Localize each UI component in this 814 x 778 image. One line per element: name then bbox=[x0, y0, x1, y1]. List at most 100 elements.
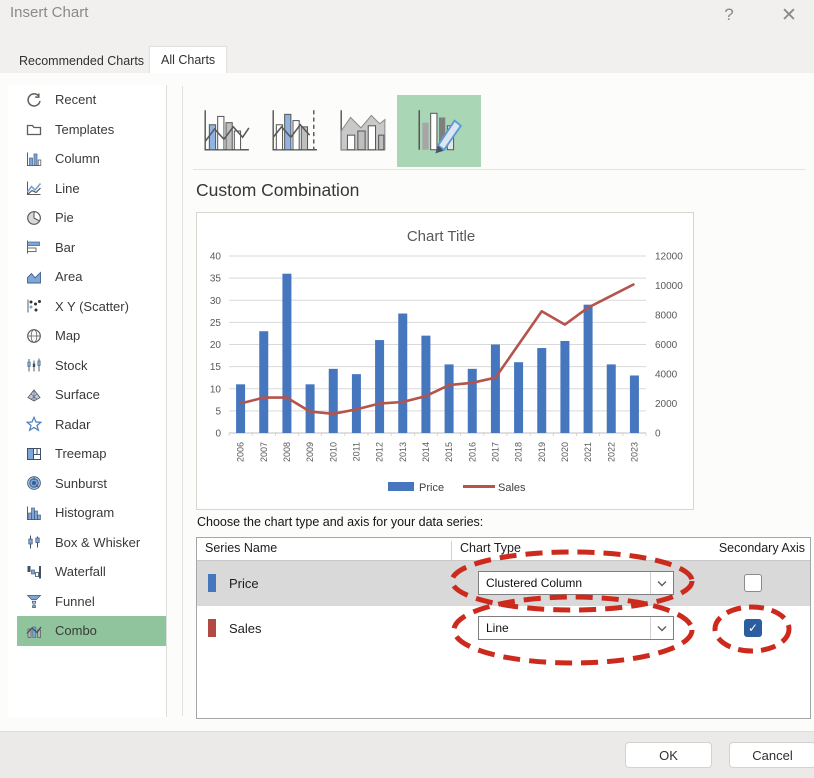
sidebar-item-radar[interactable]: Radar bbox=[17, 410, 166, 440]
sidebar-item-sunburst[interactable]: Sunburst bbox=[17, 469, 166, 499]
sidebar-item-waterfall[interactable]: Waterfall bbox=[17, 557, 166, 587]
svg-text:2013: 2013 bbox=[398, 442, 408, 462]
chart-type-sidebar: Recent TemplatesColumnLine Pie BarAreaX Y (… bbox=[8, 85, 167, 717]
series-table-header: Series Name Chart Type Secondary Axis bbox=[197, 538, 810, 561]
histogram-icon bbox=[25, 504, 42, 521]
price-bar bbox=[514, 362, 523, 433]
column-header-secondary-axis: Secondary Axis bbox=[719, 541, 805, 555]
surface-icon bbox=[25, 386, 42, 403]
price-bar bbox=[537, 348, 546, 433]
price-bar bbox=[560, 341, 569, 433]
window-title: Insert Chart bbox=[10, 4, 88, 21]
svg-text:0: 0 bbox=[215, 429, 221, 440]
area-icon bbox=[25, 268, 42, 285]
svg-text:8000: 8000 bbox=[655, 311, 678, 322]
price-bar bbox=[329, 369, 338, 433]
dialog-footer: OK Cancel bbox=[0, 731, 814, 778]
sidebar-item-box-whisker[interactable]: Box & Whisker bbox=[17, 528, 166, 558]
waterfall-icon bbox=[25, 563, 42, 580]
svg-text:2012: 2012 bbox=[375, 442, 385, 462]
tab-bar: Recommended Charts All Charts bbox=[0, 46, 814, 73]
sidebar-item-recent[interactable]: Recent bbox=[17, 85, 166, 115]
svg-text:2017: 2017 bbox=[490, 442, 500, 462]
sunburst-icon bbox=[25, 475, 42, 492]
combo-subtype-clustered-column-line-secondary-axis-icon[interactable] bbox=[261, 95, 327, 167]
legend-sales-label: Sales bbox=[498, 482, 526, 494]
secondary-axis-checkbox-sales[interactable]: ✓ bbox=[744, 619, 762, 637]
chart-title: Chart Title bbox=[407, 228, 475, 245]
sidebar-item-stock[interactable]: Stock bbox=[17, 351, 166, 381]
chevron-down-icon[interactable] bbox=[650, 617, 673, 639]
secondary-axis-checkbox-price[interactable] bbox=[744, 574, 762, 592]
sidebar-item-label: Waterfall bbox=[55, 564, 106, 579]
sidebar-item-surface[interactable]: Surface bbox=[17, 380, 166, 410]
svg-text:15: 15 bbox=[210, 362, 222, 373]
sidebar-item-area[interactable]: Area bbox=[17, 262, 166, 292]
svg-text:12000: 12000 bbox=[655, 252, 683, 263]
column-icon bbox=[25, 150, 42, 167]
tab-recommended-charts[interactable]: Recommended Charts bbox=[8, 49, 155, 73]
stock-icon bbox=[25, 357, 42, 374]
legend-price-swatch bbox=[388, 482, 414, 491]
series-color-swatch bbox=[208, 574, 216, 592]
box-whisker-icon bbox=[25, 534, 42, 551]
svg-text:10: 10 bbox=[210, 384, 222, 395]
chart-type-dropdown-price[interactable]: Clustered Column bbox=[478, 571, 674, 595]
price-bar bbox=[398, 314, 407, 433]
svg-text:2018: 2018 bbox=[514, 442, 524, 462]
sidebar-item-x-y-scatter[interactable]: X Y (Scatter) bbox=[17, 292, 166, 322]
sidebar-item-label: Stock bbox=[55, 358, 88, 373]
sidebar-item-templates[interactable]: Templates bbox=[17, 115, 166, 145]
sidebar-item-bar[interactable]: Bar bbox=[17, 233, 166, 263]
sidebar-item-combo[interactable]: Combo bbox=[17, 616, 166, 646]
combo-subtype-clustered-column-line-icon[interactable] bbox=[193, 95, 259, 167]
title-bar: Insert Chart ? ✕ bbox=[0, 0, 814, 46]
svg-text:2016: 2016 bbox=[467, 442, 477, 462]
legend-price-label: Price bbox=[419, 482, 444, 494]
svg-text:20: 20 bbox=[210, 340, 222, 351]
chevron-down-icon[interactable] bbox=[650, 572, 673, 594]
svg-text:2006: 2006 bbox=[236, 442, 246, 462]
cancel-button[interactable]: Cancel bbox=[729, 742, 814, 768]
series-picker-instruction: Choose the chart type and axis for your … bbox=[197, 515, 483, 529]
price-bar bbox=[445, 364, 454, 433]
tab-all-charts[interactable]: All Charts bbox=[149, 46, 227, 73]
sidebar-item-column[interactable]: Column bbox=[17, 144, 166, 174]
help-icon[interactable]: ? bbox=[714, 1, 744, 29]
sidebar-item-treemap[interactable]: Treemap bbox=[17, 439, 166, 469]
price-bar bbox=[584, 305, 593, 433]
map-icon bbox=[25, 327, 42, 344]
price-bar bbox=[375, 340, 384, 433]
treemap-icon bbox=[25, 445, 42, 462]
combo-icon bbox=[25, 622, 42, 639]
svg-text:2008: 2008 bbox=[282, 442, 292, 462]
svg-text:2020: 2020 bbox=[560, 442, 570, 462]
column-header-series-name: Series Name bbox=[205, 541, 277, 555]
close-icon[interactable]: ✕ bbox=[774, 1, 804, 29]
pie-icon bbox=[25, 209, 42, 226]
sidebar-item-label: Pie bbox=[55, 210, 74, 225]
preview-chart: Chart Title05101520253035400200040006000… bbox=[197, 213, 693, 509]
combo-subtype-stacked-area-clustered-column-icon[interactable] bbox=[329, 95, 395, 167]
chart-type-value: Line bbox=[479, 617, 650, 639]
sidebar-item-funnel[interactable]: Funnel bbox=[17, 587, 166, 617]
svg-text:2010: 2010 bbox=[328, 442, 338, 462]
series-row-sales[interactable]: SalesLine✓ bbox=[197, 606, 810, 651]
chart-type-dropdown-sales[interactable]: Line bbox=[478, 616, 674, 640]
price-bar bbox=[236, 384, 245, 433]
sidebar-item-histogram[interactable]: Histogram bbox=[17, 498, 166, 528]
sidebar-item-line[interactable]: Line bbox=[17, 174, 166, 204]
bar-icon bbox=[25, 239, 42, 256]
series-row-price[interactable]: PriceClustered Column bbox=[197, 561, 810, 606]
sidebar-item-label: Combo bbox=[55, 623, 97, 638]
sidebar-item-pie[interactable]: Pie bbox=[17, 203, 166, 233]
combo-subtype-gallery bbox=[193, 95, 481, 167]
ok-button[interactable]: OK bbox=[625, 742, 712, 768]
tiles-divider bbox=[193, 169, 806, 170]
sidebar-item-label: Recent bbox=[55, 92, 96, 107]
sidebar-item-label: Histogram bbox=[55, 505, 114, 520]
sidebar-item-label: Funnel bbox=[55, 594, 95, 609]
sidebar-item-map[interactable]: Map bbox=[17, 321, 166, 351]
combo-subtype-custom-combination-icon[interactable] bbox=[397, 95, 481, 167]
price-bar bbox=[282, 274, 291, 433]
